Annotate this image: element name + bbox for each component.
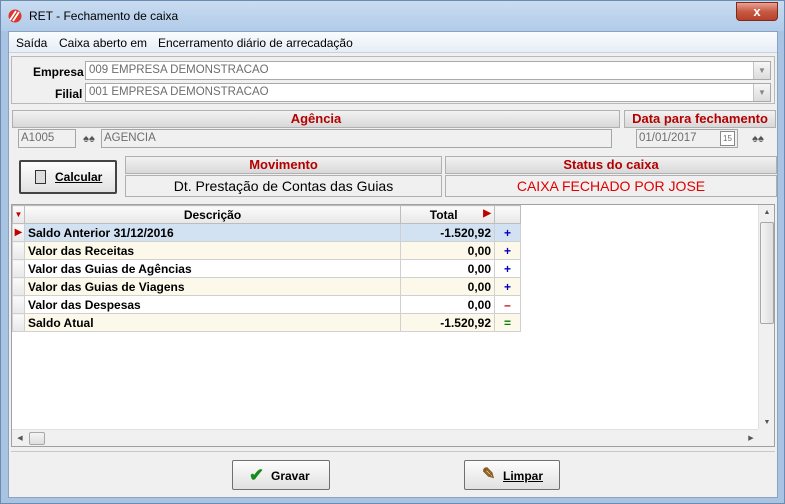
row-total[interactable]: -1.520,92 <box>400 313 495 332</box>
table-row[interactable]: Valor das Despesas 0,00 – <box>12 295 521 314</box>
row-total[interactable]: -1.520,92 <box>400 223 495 242</box>
empresa-label: Empresa <box>33 65 84 79</box>
movimento-header: Movimento <box>125 156 442 174</box>
row-sign: + <box>494 277 521 296</box>
row-total[interactable]: 0,00 <box>400 241 495 260</box>
gravar-label: Gravar <box>271 469 310 483</box>
empresa-filial-group: Empresa 009 EMPRESA DEMONSTRACAO ▼ Filia… <box>11 56 775 104</box>
app-logo-icon <box>8 9 22 23</box>
row-sign: + <box>494 259 521 278</box>
gravar-button[interactable]: ✔ Gravar <box>232 460 330 490</box>
scroll-up-icon[interactable]: ▲ <box>759 209 775 216</box>
checkmark-icon: ✔ <box>249 465 265 485</box>
current-row-icon: ▶ <box>12 223 25 242</box>
limpar-label: Limpar <box>503 469 544 483</box>
status-header: Status do caixa <box>445 156 777 174</box>
column-header-sign <box>494 205 521 224</box>
table-row[interactable]: ▶ Saldo Anterior 31/12/2016 -1.520,92 + <box>12 223 521 242</box>
column-header-descricao[interactable]: Descrição <box>24 205 401 224</box>
column-header-total[interactable]: Total ▶ <box>400 205 495 224</box>
title-bar[interactable]: RET - Fechamento de caixa x <box>1 1 784 31</box>
data-fechamento-input[interactable]: 01/01/2017 15 <box>636 129 738 148</box>
data-fechamento-header: Data para fechamento <box>624 110 776 128</box>
table-row[interactable]: Valor das Guias de Agências 0,00 + <box>12 259 521 278</box>
row-descricao[interactable]: Saldo Anterior 31/12/2016 <box>24 223 401 242</box>
chevron-down-icon[interactable]: ▼ <box>753 84 770 101</box>
window-title: RET - Fechamento de caixa <box>29 9 179 23</box>
eraser-icon: ✎ <box>482 466 496 483</box>
row-indicator <box>12 295 25 314</box>
vertical-scrollbar[interactable]: ▲ ▼ <box>758 205 774 429</box>
results-grid: ▼ Descrição Total ▶ ▶ Saldo Anterior 31/… <box>11 204 775 447</box>
close-button[interactable]: x <box>736 2 778 21</box>
row-indicator <box>12 277 25 296</box>
empresa-select[interactable]: 009 EMPRESA DEMONSTRACAO ▼ <box>85 61 771 80</box>
column-header-total-label: Total <box>429 207 458 222</box>
menu-caixa-aberto-em[interactable]: Caixa aberto em <box>59 36 147 50</box>
menu-encerramento-diario[interactable]: Encerramento diário de arrecadação <box>158 36 353 50</box>
row-total[interactable]: 0,00 <box>400 277 495 296</box>
movimento-value: Dt. Prestação de Contas das Guias <box>125 175 442 197</box>
table-row[interactable]: Valor das Guias de Viagens 0,00 + <box>12 277 521 296</box>
row-sign: + <box>494 223 521 242</box>
agencia-code-input[interactable]: A1005 <box>18 129 76 148</box>
scroll-left-icon[interactable]: ◀ <box>12 434 28 442</box>
filial-select[interactable]: 001 EMPRESA DEMONSTRACAO ▼ <box>85 83 771 102</box>
results-table: ▼ Descrição Total ▶ ▶ Saldo Anterior 31/… <box>12 205 521 332</box>
table-header-row: ▼ Descrição Total ▶ <box>12 205 521 224</box>
agencia-name-input[interactable]: AGENCIA <box>101 129 612 148</box>
agencia-header: Agência <box>12 110 620 128</box>
play-arrow-icon: ▶ <box>483 207 491 219</box>
menu-bar: Saída Caixa aberto em Encerramento diári… <box>9 32 777 53</box>
scrollbar-corner <box>758 429 774 446</box>
calcular-label: Calcular <box>55 170 103 184</box>
row-total[interactable]: 0,00 <box>400 295 495 314</box>
row-descricao[interactable]: Valor das Guias de Viagens <box>24 277 401 296</box>
row-descricao[interactable]: Valor das Receitas <box>24 241 401 260</box>
filial-label: Filial <box>55 87 83 101</box>
app-window: RET - Fechamento de caixa x Saída Caixa … <box>0 0 785 504</box>
chevron-down-icon[interactable]: ▼ <box>753 62 770 79</box>
row-descricao[interactable]: Saldo Atual <box>24 313 401 332</box>
sort-indicator-icon[interactable]: ▼ <box>12 205 25 224</box>
row-indicator <box>12 313 25 332</box>
row-total[interactable]: 0,00 <box>400 259 495 278</box>
data-fechamento-value: 01/01/2017 <box>639 132 697 144</box>
horizontal-scrollbar[interactable]: ◀ ▶ <box>12 429 759 446</box>
filial-value: 001 EMPRESA DEMONSTRACAO <box>89 86 269 98</box>
limpar-button[interactable]: ✎ Limpar <box>464 460 560 490</box>
menu-saida[interactable]: Saída <box>16 36 47 50</box>
empresa-value: 009 EMPRESA DEMONSTRACAO <box>89 64 269 76</box>
row-sign: = <box>494 313 521 332</box>
binoculars-icon[interactable]: ♠♠ <box>749 130 767 148</box>
row-indicator <box>12 241 25 260</box>
row-indicator <box>12 259 25 278</box>
horizontal-scroll-thumb[interactable] <box>29 432 45 445</box>
row-descricao[interactable]: Valor das Guias de Agências <box>24 259 401 278</box>
table-row[interactable]: Saldo Atual -1.520,92 = <box>12 313 521 332</box>
binoculars-icon[interactable]: ♠♠ <box>80 130 98 148</box>
scroll-right-icon[interactable]: ▶ <box>743 434 759 442</box>
status-value: CAIXA FECHADO POR JOSE <box>445 175 777 197</box>
client-area: Saída Caixa aberto em Encerramento diári… <box>8 31 778 498</box>
row-sign: + <box>494 241 521 260</box>
calcular-button[interactable]: Calcular <box>19 160 117 194</box>
vertical-scroll-thumb[interactable] <box>760 222 774 324</box>
table-row[interactable]: Valor das Receitas 0,00 + <box>12 241 521 260</box>
calculator-icon <box>35 170 46 184</box>
footer-bar: ✔ Gravar ✎ Limpar <box>11 451 775 496</box>
row-sign: – <box>494 295 521 314</box>
calendar-icon[interactable]: 15 <box>720 131 735 146</box>
row-descricao[interactable]: Valor das Despesas <box>24 295 401 314</box>
scroll-down-icon[interactable]: ▼ <box>759 419 775 426</box>
